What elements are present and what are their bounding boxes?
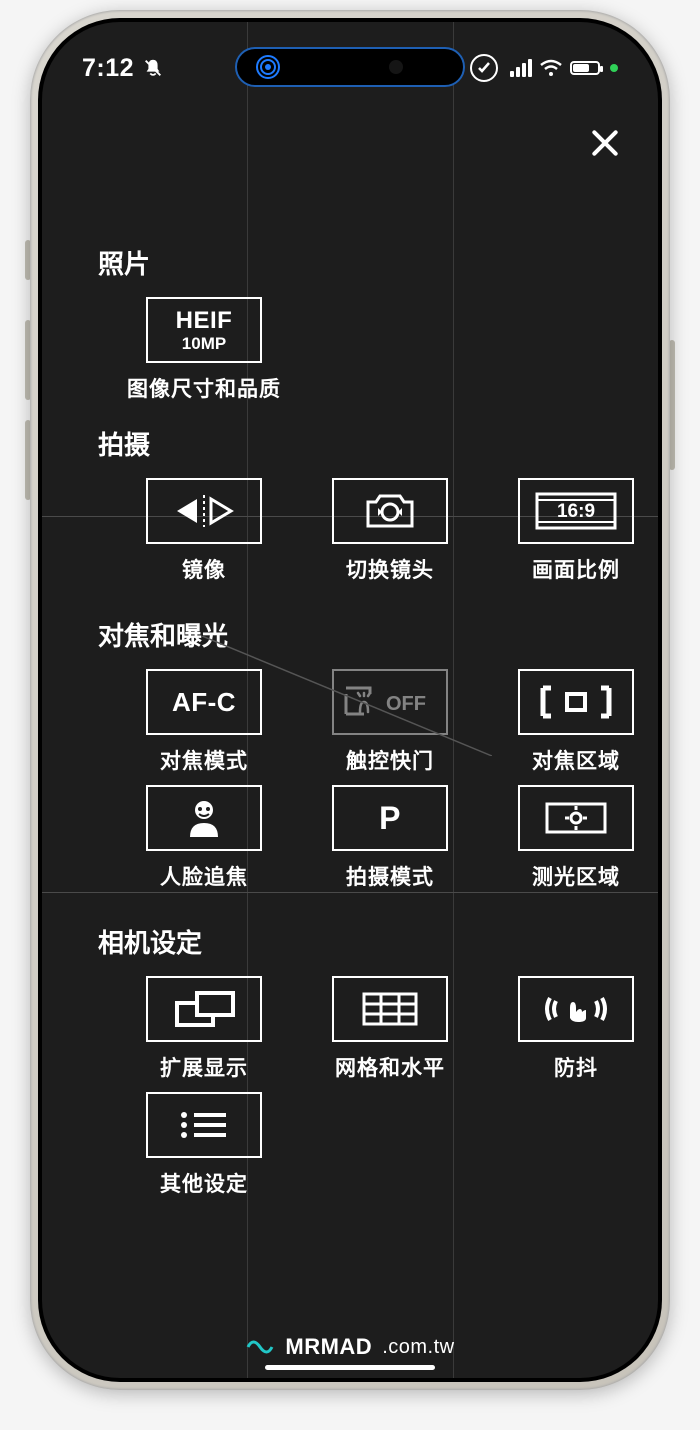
close-icon bbox=[589, 127, 621, 159]
focus-area-button[interactable] bbox=[518, 669, 634, 735]
shoot-mode-label: 拍摄模式 bbox=[346, 861, 434, 891]
shoot-mode-text: P bbox=[379, 802, 401, 834]
home-indicator[interactable] bbox=[265, 1365, 435, 1370]
af-mode-label: 对焦模式 bbox=[160, 745, 248, 775]
bell-off-icon bbox=[142, 57, 164, 79]
touch-shutter-icon: OFF bbox=[340, 682, 440, 722]
camera-switch-icon bbox=[362, 490, 418, 532]
watermark-suffix: .com.tw bbox=[382, 1336, 454, 1359]
list-icon bbox=[174, 1105, 234, 1145]
camera-settings-app: 照片 HEIF 10MP 图像尺寸和品质 拍摄 bbox=[42, 22, 658, 1378]
touch-shutter-button[interactable]: OFF bbox=[332, 669, 448, 735]
tile-face-tracking: 人脸追焦 bbox=[124, 785, 284, 891]
image-quality-label: 图像尺寸和品质 bbox=[127, 373, 281, 403]
aspect-text: 16:9 bbox=[557, 501, 595, 522]
face-icon bbox=[184, 797, 224, 839]
svg-text:OFF: OFF bbox=[386, 693, 426, 715]
resolution-text: 10MP bbox=[182, 335, 226, 352]
tile-focus-area: 对焦区域 bbox=[496, 669, 656, 775]
privacy-dot-icon bbox=[610, 64, 618, 72]
ext-display-label: 扩展显示 bbox=[160, 1052, 248, 1082]
tile-other-settings: 其他设定 bbox=[124, 1092, 284, 1198]
face-tracking-button[interactable] bbox=[146, 785, 262, 851]
aspect-button[interactable]: 16:9 bbox=[518, 478, 634, 544]
shoot-mode-button[interactable]: P bbox=[332, 785, 448, 851]
infinity-icon bbox=[245, 1336, 275, 1358]
watermark-brand: MRMAD bbox=[285, 1334, 372, 1360]
grid-level-button[interactable] bbox=[332, 976, 448, 1042]
metering-label: 测光区域 bbox=[532, 861, 620, 891]
focus-area-icon bbox=[533, 682, 619, 722]
heif-text: HEIF bbox=[176, 309, 233, 333]
grid-icon bbox=[358, 988, 422, 1030]
tile-grid-level: 网格和水平 bbox=[310, 976, 470, 1082]
close-button[interactable] bbox=[584, 122, 626, 164]
switch-lens-label: 切换镜头 bbox=[346, 554, 434, 584]
image-quality-button[interactable]: HEIF 10MP bbox=[146, 297, 262, 363]
aspect-icon: 16:9 bbox=[533, 488, 619, 534]
af-mode-button[interactable]: AF-C bbox=[146, 669, 262, 735]
tile-shoot-mode: P 拍摄模式 bbox=[310, 785, 470, 891]
ext-display-icon bbox=[169, 987, 239, 1031]
tile-touch-shutter: OFF 触控快门 bbox=[310, 669, 470, 775]
stabilization-label: 防抖 bbox=[554, 1052, 598, 1082]
check-circle-icon bbox=[470, 54, 498, 82]
tile-image-quality: HEIF 10MP 图像尺寸和品质 bbox=[124, 297, 284, 403]
stabilization-icon bbox=[540, 988, 612, 1030]
tile-af-mode: AF-C 对焦模式 bbox=[124, 669, 284, 775]
tile-aspect: 16:9 画面比例 bbox=[496, 478, 656, 584]
tile-switch-lens: 切换镜头 bbox=[310, 478, 470, 584]
battery-icon bbox=[570, 61, 600, 75]
metering-button[interactable] bbox=[518, 785, 634, 851]
section-title-photo: 照片 bbox=[98, 244, 610, 281]
tile-ext-display: 扩展显示 bbox=[124, 976, 284, 1082]
signal-icon bbox=[510, 59, 532, 77]
metering-icon bbox=[539, 796, 613, 840]
af-mode-text: AF-C bbox=[172, 689, 236, 715]
other-settings-label: 其他设定 bbox=[160, 1168, 248, 1198]
face-tracking-label: 人脸追焦 bbox=[160, 861, 248, 891]
stabilization-button[interactable] bbox=[518, 976, 634, 1042]
aspect-label: 画面比例 bbox=[532, 554, 620, 584]
phone-frame: 照片 HEIF 10MP 图像尺寸和品质 拍摄 bbox=[30, 10, 670, 1390]
wifi-icon bbox=[540, 59, 562, 77]
section-title-focus: 对焦和曝光 bbox=[98, 616, 610, 653]
screen: 照片 HEIF 10MP 图像尺寸和品质 拍摄 bbox=[42, 22, 658, 1378]
status-time: 7:12 bbox=[82, 54, 134, 83]
tile-metering: 测光区域 bbox=[496, 785, 656, 891]
touch-shutter-label: 触控快门 bbox=[346, 745, 434, 775]
tile-mirror: 镜像 bbox=[124, 478, 284, 584]
watermark: MRMAD .com.tw bbox=[42, 1334, 658, 1360]
status-bar: 7:12 bbox=[42, 44, 658, 92]
section-title-capture: 拍摄 bbox=[98, 425, 610, 462]
ext-display-button[interactable] bbox=[146, 976, 262, 1042]
grid-level-label: 网格和水平 bbox=[335, 1052, 445, 1082]
tile-stabilization: 防抖 bbox=[496, 976, 656, 1082]
section-title-camera: 相机设定 bbox=[98, 923, 610, 960]
mirror-icon bbox=[169, 493, 239, 529]
mirror-button[interactable] bbox=[146, 478, 262, 544]
focus-area-label: 对焦区域 bbox=[532, 745, 620, 775]
mirror-label: 镜像 bbox=[182, 554, 226, 584]
switch-lens-button[interactable] bbox=[332, 478, 448, 544]
other-settings-button[interactable] bbox=[146, 1092, 262, 1158]
